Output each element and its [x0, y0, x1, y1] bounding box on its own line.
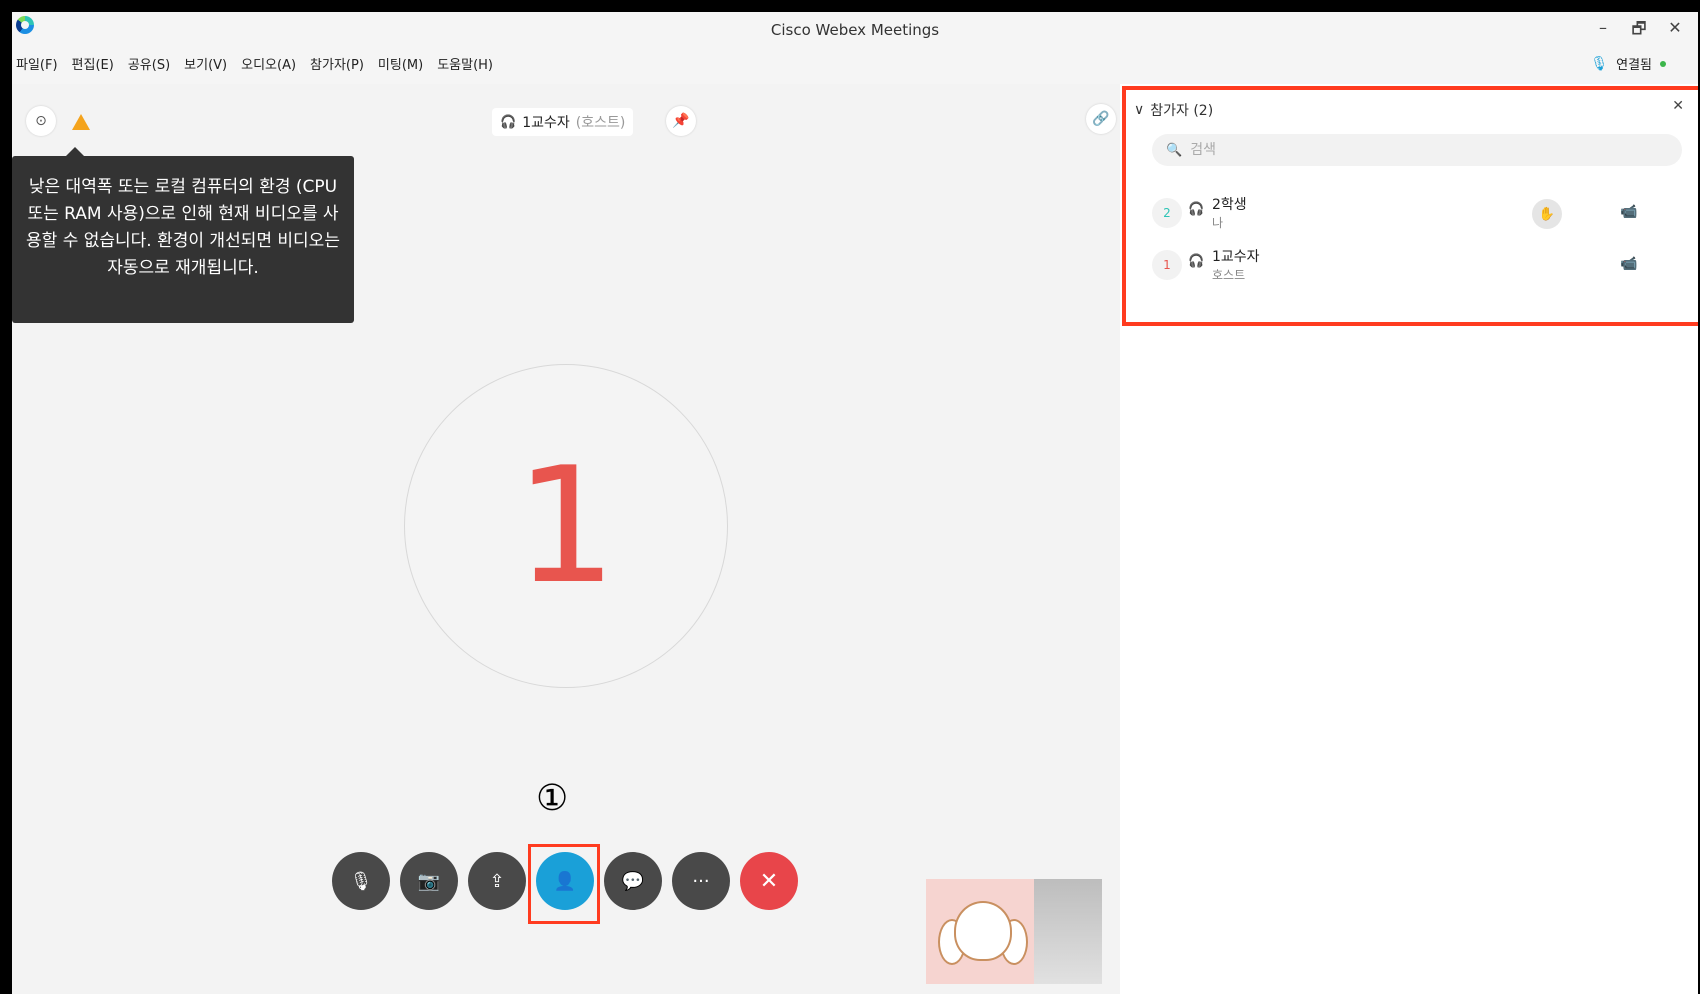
elephant-head-icon [954, 901, 1012, 961]
self-video-thumbnail[interactable] [926, 879, 1102, 984]
link-icon: 🔗 [1092, 111, 1110, 127]
menu-edit[interactable]: 편집(E) [72, 54, 114, 73]
menu-bar: 파일(F) 편집(E) 공유(S) 보기(V) 오디오(A) 참가자(P) 미팅… [16, 54, 493, 73]
active-speaker-role: (호스트) [575, 115, 626, 131]
pin-button[interactable]: 📌 [666, 106, 696, 136]
title-bar: Cisco Webex Meetings – 🗗 ✕ [12, 12, 1698, 46]
info-icon: ⊙ [35, 113, 47, 129]
mute-button[interactable]: 🎙 [332, 852, 390, 910]
headset-icon: 🎧 [500, 114, 517, 130]
active-speaker-label: 🎧 1교수자 (호스트) [492, 108, 634, 136]
webex-window: Cisco Webex Meetings – 🗗 ✕ 파일(F) 편집(E) 공… [12, 12, 1698, 994]
leave-icon: ✕ [759, 868, 779, 894]
connected-dot-icon [1660, 60, 1666, 67]
close-window-button[interactable]: ✕ [1666, 18, 1684, 45]
room-background [1034, 879, 1102, 984]
connection-status[interactable]: 🎙 연결됨 [1590, 54, 1666, 73]
speaker-avatar: 1 [404, 364, 728, 688]
window-title: Cisco Webex Meetings [770, 21, 940, 39]
video-button[interactable]: 📷 [400, 852, 458, 910]
annotation-marker: ① [536, 778, 569, 819]
share-icon: ⇪ [489, 870, 505, 892]
microphone-muted-icon: 🎙 [349, 870, 373, 892]
connection-label: 연결됨 [1616, 58, 1652, 73]
avatar-initial: 1 [515, 432, 617, 619]
participants-panel-highlight [1122, 86, 1698, 326]
participants-button-highlight [528, 844, 600, 924]
menu-help[interactable]: 도움말(H) [437, 54, 493, 73]
info-button[interactable]: ⊙ [26, 106, 56, 136]
active-speaker-name: 1교수자 [522, 115, 570, 131]
menu-audio[interactable]: 오디오(A) [241, 54, 296, 73]
microphone-icon: 🎙 [1590, 55, 1609, 72]
menu-file[interactable]: 파일(F) [16, 54, 58, 73]
minimize-button[interactable]: – [1594, 18, 1612, 45]
chat-icon: 💬 [621, 870, 645, 892]
self-video-image [926, 879, 1034, 984]
leave-meeting-button[interactable]: ✕ [740, 852, 798, 910]
bandwidth-warning-tooltip: 낮은 대역폭 또는 로컬 컴퓨터의 환경 (CPU 또는 RAM 사용)으로 인… [12, 147, 354, 323]
menu-view[interactable]: 보기(V) [184, 54, 227, 73]
warning-text: 낮은 대역폭 또는 로컬 컴퓨터의 환경 (CPU 또는 RAM 사용)으로 인… [26, 177, 340, 278]
more-icon: ··· [692, 870, 710, 892]
restore-button[interactable]: 🗗 [1630, 18, 1648, 45]
video-off-icon: 📷 [417, 870, 441, 892]
menu-meeting[interactable]: 미팅(M) [378, 54, 423, 73]
warning-icon[interactable] [72, 114, 90, 130]
chat-button[interactable]: 💬 [604, 852, 662, 910]
window-controls: – 🗗 ✕ [1594, 18, 1684, 45]
menu-share[interactable]: 공유(S) [128, 54, 170, 73]
more-button[interactable]: ··· [672, 852, 730, 910]
share-button[interactable]: ⇪ [468, 852, 526, 910]
pin-icon: 📌 [672, 113, 690, 129]
menu-participants[interactable]: 참가자(P) [310, 54, 364, 73]
link-button[interactable]: 🔗 [1086, 104, 1116, 134]
